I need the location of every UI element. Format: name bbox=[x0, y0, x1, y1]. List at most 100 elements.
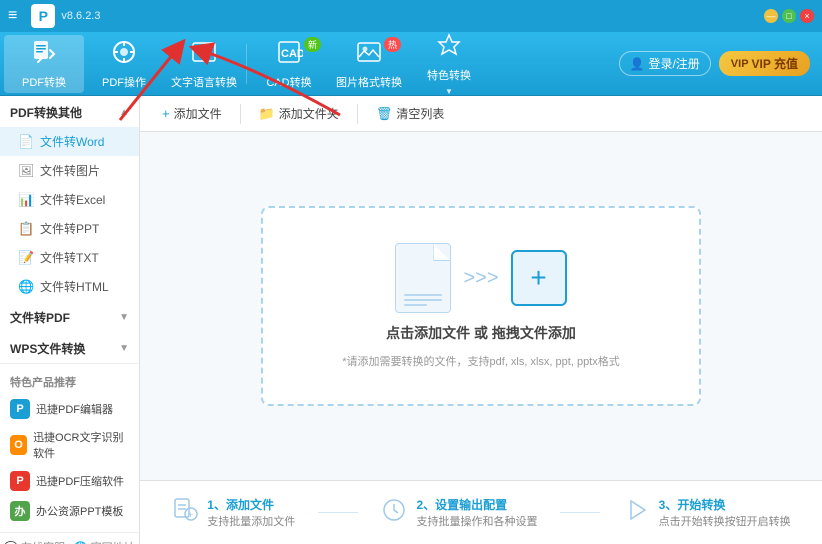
sidebar-item-to-ppt[interactable]: 📋 文件转PPT bbox=[0, 214, 139, 243]
special-icon bbox=[435, 31, 463, 63]
drop-icons: >>> + bbox=[395, 243, 566, 313]
plus-box: + bbox=[511, 250, 567, 306]
image-file-icon: 🖼 bbox=[18, 163, 34, 179]
step-1-icon: + bbox=[171, 496, 199, 530]
step-1-text: 1、添加文件 支持批量添加文件 bbox=[207, 496, 295, 529]
vip-button[interactable]: VIP VIP 充值 bbox=[719, 51, 810, 76]
title-bar-left: ≡ P v8.6.2.3 bbox=[8, 4, 100, 28]
step-sep-1 bbox=[318, 512, 358, 513]
toolbar-special[interactable]: 特色转换 ▼ bbox=[409, 35, 489, 93]
toolbar-image[interactable]: 热 图片格式转换 bbox=[329, 35, 409, 93]
add-file-button[interactable]: + 添加文件 bbox=[152, 101, 232, 126]
step-2-icon bbox=[380, 496, 408, 530]
sidebar-section-file-to-pdf[interactable]: 文件转PDF ▼ bbox=[0, 301, 139, 332]
sidebar-item-to-txt[interactable]: 📝 文件转TXT bbox=[0, 243, 139, 272]
svg-text:CAD: CAD bbox=[281, 48, 303, 60]
website-link[interactable]: 🌐 官网地址 bbox=[74, 539, 135, 544]
doc-line-2 bbox=[404, 299, 442, 301]
step-1: + 1、添加文件 支持批量添加文件 bbox=[171, 496, 295, 530]
step-3-icon bbox=[623, 496, 651, 530]
pdf-to-other-label: PDF转换其他 bbox=[10, 104, 82, 121]
ppt-template-icon: 办 bbox=[10, 501, 30, 521]
sub-sep-2 bbox=[357, 104, 358, 124]
featured-compress[interactable]: P 迅捷PDF压缩软件 bbox=[0, 466, 139, 496]
cad-icon: CAD bbox=[275, 38, 303, 70]
add-folder-button[interactable]: 📁 添加文件夹 bbox=[249, 101, 349, 126]
compress-icon: P bbox=[10, 471, 30, 491]
drop-zone[interactable]: >>> + 点击添加文件 或 拖拽文件添加 *请添加需要转换的文件，支持pdf,… bbox=[140, 132, 822, 480]
arrow-right-icon: >>> bbox=[463, 267, 498, 290]
app-version: v8.6.2.3 bbox=[61, 10, 100, 22]
featured-pdf-editor[interactable]: P 迅捷PDF编辑器 bbox=[0, 394, 139, 424]
sidebar-item-to-excel[interactable]: 📊 文件转Excel bbox=[0, 185, 139, 214]
doc-line-3 bbox=[404, 304, 427, 306]
clear-list-button[interactable]: 🗑 清空列表 bbox=[366, 101, 455, 126]
file-to-pdf-label: 文件转PDF bbox=[10, 309, 70, 326]
toolbar-ocr-label: 文字语言转换 bbox=[171, 74, 237, 90]
cad-badge: 新 bbox=[304, 37, 321, 52]
sidebar-item-to-word[interactable]: 📄 文件转Word bbox=[0, 127, 139, 156]
step-3-text: 3、开始转换 点击开始转换按钮开启转换 bbox=[659, 496, 791, 529]
toolbar-sep-1 bbox=[246, 44, 247, 84]
title-bar-right: — □ × bbox=[764, 9, 814, 23]
main-layout: PDF转换其他 ▲ 📄 文件转Word 🖼 文件转图片 📊 文件转Excel 📋… bbox=[0, 96, 822, 544]
toolbar-pdf-convert-label: PDF转换 bbox=[22, 74, 66, 90]
section-arrow-2: ▼ bbox=[119, 343, 129, 354]
plus-icon: + bbox=[530, 264, 546, 292]
word-icon: 📄 bbox=[18, 134, 34, 150]
toolbar-pdf-ops-label: PDF操作 bbox=[102, 74, 146, 90]
drop-main-text: 点击添加文件 或 拖拽文件添加 bbox=[386, 323, 576, 343]
sidebar-bottom: 💬 在线客服 🌐 官网地址 bbox=[0, 532, 139, 544]
sub-sep-1 bbox=[240, 104, 241, 124]
step-sep-2 bbox=[560, 512, 600, 513]
website-icon: 🌐 bbox=[74, 541, 88, 544]
step-2: 2、设置输出配置 支持批量操作和各种设置 bbox=[380, 496, 537, 530]
toolbar-special-label: 特色转换 bbox=[427, 67, 471, 83]
pdf-ops-icon bbox=[110, 38, 138, 70]
sidebar-section-pdf-to-other[interactable]: PDF转换其他 ▲ bbox=[0, 96, 139, 127]
content-area: + 添加文件 📁 添加文件夹 🗑 清空列表 bbox=[140, 96, 822, 544]
sidebar-featured: 特色产品推荐 P 迅捷PDF编辑器 O 迅捷OCR文字识别软件 P 迅捷PDF压… bbox=[0, 363, 139, 532]
excel-icon: 📊 bbox=[18, 192, 34, 208]
sidebar: PDF转换其他 ▲ 📄 文件转Word 🖼 文件转图片 📊 文件转Excel 📋… bbox=[0, 96, 140, 544]
sidebar-item-to-image[interactable]: 🖼 文件转图片 bbox=[0, 156, 139, 185]
section-arrow-0: ▲ bbox=[119, 107, 129, 118]
service-icon: 💬 bbox=[4, 541, 18, 544]
wps-label: WPS文件转换 bbox=[10, 340, 85, 357]
pdf-convert-icon bbox=[30, 38, 58, 70]
maximize-button[interactable]: □ bbox=[782, 9, 796, 23]
close-button[interactable]: × bbox=[800, 9, 814, 23]
toolbar-pdf-convert[interactable]: PDF转换 bbox=[4, 35, 84, 93]
section-arrow-1: ▼ bbox=[119, 312, 129, 323]
featured-ppt-template[interactable]: 办 办公资源PPT模板 bbox=[0, 496, 139, 526]
doc-line-1 bbox=[404, 294, 442, 296]
login-button[interactable]: 👤 登录/注册 bbox=[619, 51, 711, 76]
sidebar-section-wps[interactable]: WPS文件转换 ▼ bbox=[0, 332, 139, 363]
toolbar-image-label: 图片格式转换 bbox=[336, 74, 402, 90]
html-icon: 🌐 bbox=[18, 279, 34, 295]
hamburger-menu[interactable]: ≡ bbox=[8, 7, 17, 25]
sidebar-item-to-html[interactable]: 🌐 文件转HTML bbox=[0, 272, 139, 301]
add-file-icon: + bbox=[162, 106, 170, 121]
pdf-editor-icon: P bbox=[10, 399, 30, 419]
toolbar: PDF转换 PDF操作 T bbox=[0, 32, 822, 96]
ppt-icon: 📋 bbox=[18, 221, 34, 237]
svg-text:+: + bbox=[188, 510, 193, 520]
user-icon: 👤 bbox=[630, 57, 645, 71]
customer-service-link[interactable]: 💬 在线客服 bbox=[4, 539, 65, 544]
bottom-steps: + 1、添加文件 支持批量添加文件 bbox=[140, 480, 822, 544]
step-2-text: 2、设置输出配置 支持批量操作和各种设置 bbox=[416, 496, 537, 529]
toolbar-ocr[interactable]: T 文字语言转换 bbox=[164, 35, 244, 93]
image-badge: 热 bbox=[384, 37, 401, 52]
svg-text:T: T bbox=[198, 48, 204, 59]
clear-icon: 🗑 bbox=[376, 106, 393, 122]
window-controls: — □ × bbox=[764, 9, 814, 23]
toolbar-pdf-ops[interactable]: PDF操作 bbox=[84, 35, 164, 93]
drop-box[interactable]: >>> + 点击添加文件 或 拖拽文件添加 *请添加需要转换的文件，支持pdf,… bbox=[261, 206, 701, 406]
txt-icon: 📝 bbox=[18, 250, 34, 266]
toolbar-right: 👤 登录/注册 VIP VIP 充值 bbox=[619, 51, 819, 76]
toolbar-cad-label: CAD转换 bbox=[266, 74, 311, 90]
minimize-button[interactable]: — bbox=[764, 9, 778, 23]
toolbar-cad[interactable]: 新 CAD CAD转换 bbox=[249, 35, 329, 93]
featured-ocr[interactable]: O 迅捷OCR文字识别软件 bbox=[0, 424, 139, 466]
